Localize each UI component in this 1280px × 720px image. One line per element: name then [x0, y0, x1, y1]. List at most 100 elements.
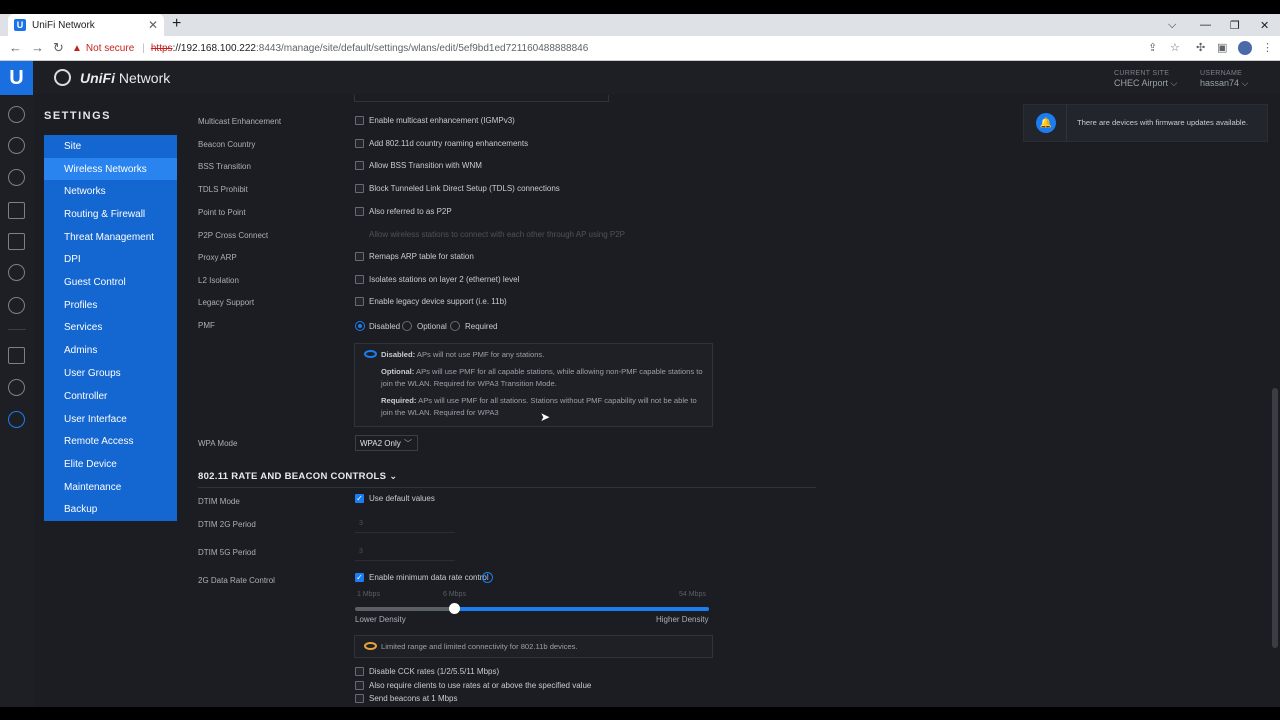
option-label[interactable]: Also referred to as P2P — [369, 207, 452, 216]
bookmark-star-icon[interactable]: ☆ — [1170, 41, 1180, 54]
extra-option-label[interactable]: Send beacons at 1 Mbps — [369, 694, 458, 703]
devices-icon[interactable] — [8, 169, 25, 186]
sidebar-item-user-groups[interactable]: User Groups — [44, 362, 177, 385]
minimize-icon[interactable]: — — [1200, 14, 1211, 36]
option-label[interactable]: Isolates stations on layer 2 (ethernet) … — [369, 275, 519, 284]
extra-option-checkbox[interactable] — [355, 694, 364, 703]
url-field[interactable]: ▲ Not secure | https ://192.168.100.222 … — [72, 39, 1132, 58]
side-panel-icon[interactable]: ▣ — [1217, 41, 1227, 54]
lower-density-label: Lower Density — [355, 615, 406, 624]
events-calendar-icon[interactable] — [8, 347, 25, 364]
settings-nav-group-controller: Controller User Interface Remote Access Eli… — [44, 385, 177, 522]
sidebar-item-admins[interactable]: Admins — [44, 339, 177, 362]
sidebar-item-services[interactable]: Services — [44, 317, 177, 340]
current-site-select[interactable]: CHEC Airport ⌵ — [1114, 78, 1177, 89]
profile-avatar[interactable] — [1238, 41, 1252, 55]
option-checkbox[interactable] — [355, 139, 364, 148]
browser-tab[interactable]: U UniFi Network ✕ — [8, 14, 164, 36]
extensions-icon[interactable]: ✣ — [1196, 41, 1205, 54]
option-checkbox[interactable] — [355, 184, 364, 193]
sidebar-item-profiles[interactable]: Profiles — [44, 294, 177, 317]
more-menu-icon[interactable]: ⋮ — [1262, 41, 1273, 54]
wpa-mode-select[interactable]: WPA2 Only ﹀ — [355, 435, 418, 451]
pmf-disabled-label[interactable]: Disabled — [369, 322, 400, 331]
rate-section-header[interactable]: 802.11 RATE AND BEACON CONTROLS ⌄ — [198, 471, 397, 482]
unifi-favicon-icon: U — [14, 19, 26, 31]
option-checkbox[interactable] — [355, 161, 364, 170]
back-icon[interactable]: ← — [9, 40, 22, 55]
extra-option-label[interactable]: Disable CCK rates (1/2/5.5/11 Mbps) — [369, 667, 499, 676]
alarms-bell-icon[interactable] — [8, 379, 25, 396]
sidebar-item-elite-device[interactable]: Elite Device — [44, 453, 177, 476]
settings-gear-icon[interactable] — [8, 411, 25, 428]
screen-bottom-edge — [0, 707, 1280, 720]
close-window-icon[interactable]: ✕ — [1260, 14, 1269, 36]
sidebar-item-controller[interactable]: Controller — [44, 385, 177, 408]
rate-control-option[interactable]: Enable minimum data rate control — [369, 573, 489, 582]
sidebar-item-guest-control[interactable]: Guest Control — [44, 271, 177, 294]
dtim-default-label[interactable]: Use default values — [369, 494, 435, 503]
sidebar-item-networks[interactable]: Networks — [44, 180, 177, 203]
username-select[interactable]: hassan74 ⌵ — [1200, 78, 1248, 89]
dtim-5g-input[interactable]: 3 — [359, 548, 363, 555]
chevron-down-icon: ⌄ — [389, 471, 398, 482]
sidebar-item-routing-firewall[interactable]: Routing & Firewall — [44, 203, 177, 226]
forward-icon[interactable]: → — [31, 40, 44, 55]
tab-search-icon[interactable]: ⌵ — [1168, 14, 1176, 36]
ubiquiti-logo[interactable]: U — [0, 61, 33, 95]
option-checkbox[interactable] — [355, 207, 364, 216]
reload-icon[interactable]: ↻ — [53, 40, 64, 56]
topology-icon[interactable] — [8, 137, 25, 154]
sidebar-item-wireless-networks[interactable]: Wireless Networks — [44, 157, 177, 181]
settings-title: SETTINGS — [44, 110, 112, 122]
sidebar-item-backup[interactable]: Backup — [44, 498, 177, 521]
pmf-info-box: Disabled: APs will not use PMF for any s… — [354, 343, 713, 427]
sidebar-item-dpi[interactable]: DPI — [44, 248, 177, 271]
higher-density-label: Higher Density — [656, 615, 709, 624]
option-checkbox[interactable] — [355, 116, 364, 125]
option-label[interactable]: Enable multicast enhancement (IGMPv3) — [369, 116, 515, 125]
option-label[interactable]: Block Tunneled Link Direct Setup (TDLS) … — [369, 184, 560, 193]
option-label[interactable]: Remaps ARP table for station — [369, 252, 474, 261]
field-label: Point to Point — [198, 208, 246, 217]
share-icon[interactable]: ⇪ — [1148, 41, 1157, 54]
security-shield-icon[interactable] — [8, 297, 25, 314]
rate-control-checkbox[interactable]: ✓ — [355, 573, 364, 582]
dtim-default-checkbox[interactable]: ✓ — [355, 494, 364, 503]
option-checkbox[interactable] — [355, 252, 364, 261]
sidebar-item-threat-management[interactable]: Threat Management — [44, 226, 177, 249]
option-checkbox[interactable] — [355, 275, 364, 284]
option-checkbox[interactable] — [355, 297, 364, 306]
pmf-required-radio[interactable] — [450, 321, 460, 331]
pmf-optional-label[interactable]: Optional — [417, 322, 447, 331]
tab-strip: U UniFi Network ✕ + ⌵ — ❐ ✕ — [0, 14, 1280, 36]
insights-icon[interactable] — [8, 264, 25, 281]
tab-close-icon[interactable]: ✕ — [148, 18, 158, 32]
info-icon[interactable]: i — [482, 572, 493, 583]
statistics-icon[interactable] — [8, 233, 25, 250]
pmf-required-label[interactable]: Required — [465, 322, 497, 331]
sidebar-item-site[interactable]: Site — [44, 135, 177, 158]
sidebar-item-maintenance[interactable]: Maintenance — [44, 476, 177, 499]
option-label[interactable]: Allow BSS Transition with WNM — [369, 161, 482, 170]
sidebar-item-remote-access[interactable]: Remote Access — [44, 430, 177, 453]
pmf-optional-radio[interactable] — [402, 321, 412, 331]
extra-option-checkbox[interactable] — [355, 681, 364, 690]
extra-option-checkbox[interactable] — [355, 667, 364, 676]
restore-icon[interactable]: ❐ — [1230, 14, 1240, 36]
scrollbar-thumb[interactable] — [1272, 388, 1278, 648]
url-scheme: https — [150, 43, 173, 54]
dtim-2g-input[interactable]: 3 — [359, 520, 363, 527]
pmf-disabled-radio[interactable] — [355, 321, 365, 331]
option-label[interactable]: Enable legacy device support (i.e. 11b) — [369, 297, 507, 306]
dashboard-icon[interactable] — [8, 106, 25, 123]
wpa-mode-value: WPA2 Only — [360, 438, 401, 448]
sidebar-item-user-interface[interactable]: User Interface — [44, 408, 177, 431]
firmware-notification[interactable]: 🔔 There are devices with firmware update… — [1023, 104, 1268, 142]
new-tab-button[interactable]: + — [172, 15, 181, 33]
clients-icon[interactable] — [8, 202, 25, 219]
extra-option-label[interactable]: Also require clients to use rates at or … — [369, 681, 591, 690]
not-secure-label[interactable]: Not secure — [86, 43, 134, 54]
option-label[interactable]: Add 802.11d country roaming enhancements — [369, 139, 528, 148]
icon-rail — [0, 95, 34, 720]
